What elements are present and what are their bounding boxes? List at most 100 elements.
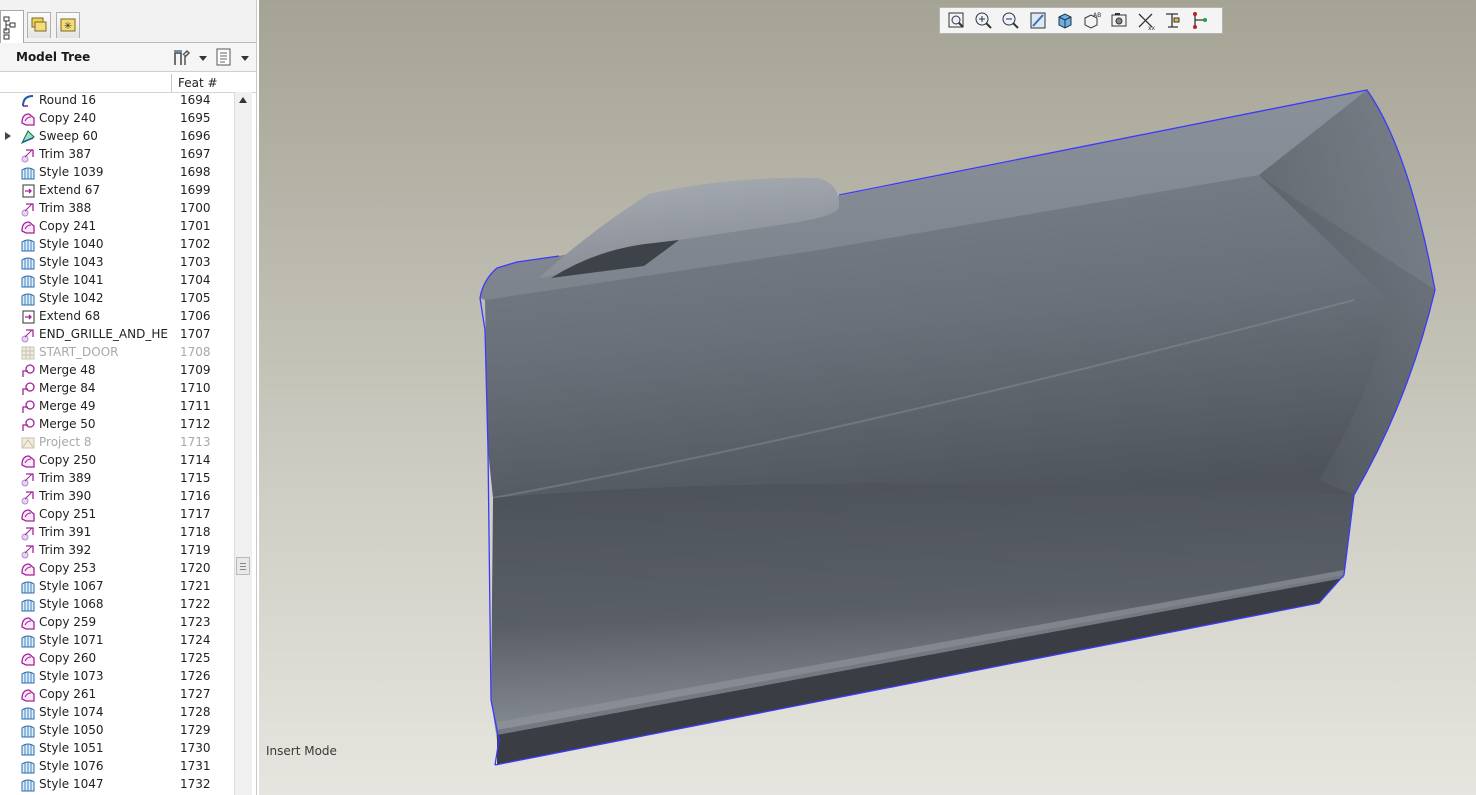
spin-center-button[interactable] <box>1189 10 1211 31</box>
style-feature-icon <box>20 273 36 289</box>
scrollbar-thumb[interactable] <box>236 557 250 575</box>
feature-number: 1710 <box>180 381 211 395</box>
style-feature-icon <box>20 579 36 595</box>
favorites-tab-icon: ✳ <box>60 18 76 32</box>
tree-row[interactable]: Merge 49 1711 <box>0 398 234 416</box>
tree-settings-button[interactable] <box>214 47 252 67</box>
feature-name: Trim 392 <box>39 543 92 557</box>
tree-tools-button[interactable] <box>172 47 208 67</box>
tree-row[interactable]: Project 8 1713 <box>0 434 234 452</box>
repaint-button[interactable] <box>1027 10 1049 31</box>
tab-folder-browser[interactable] <box>27 12 51 38</box>
tree-row[interactable]: Style 1050 1729 <box>0 722 234 740</box>
tree-row[interactable]: Extend 68 1706 <box>0 308 234 326</box>
tree-row[interactable]: END_GRILLE_AND_HE 1707 <box>0 326 234 344</box>
tab-favorites[interactable]: ✳ <box>56 12 80 38</box>
feature-name: Style 1068 <box>39 597 104 611</box>
tree-row[interactable]: Style 1047 1732 <box>0 776 234 794</box>
feature-number: 1694 <box>180 93 211 107</box>
feature-number: 1711 <box>180 399 211 413</box>
trim-feature-icon <box>20 525 36 541</box>
copy-feature-icon <box>20 651 36 667</box>
tree-row[interactable]: Style 1073 1726 <box>0 668 234 686</box>
feature-number: 1701 <box>180 219 211 233</box>
style-feature-icon <box>20 741 36 757</box>
display-style-icon <box>1058 13 1072 29</box>
feature-name: Copy 259 <box>39 615 97 629</box>
column-separator[interactable] <box>171 74 172 92</box>
tree-row[interactable]: Style 1043 1703 <box>0 254 234 272</box>
tree-row[interactable]: START_DOOR 1708 <box>0 344 234 362</box>
feature-name: Merge 49 <box>39 399 96 413</box>
tree-row[interactable]: Copy 251 1717 <box>0 506 234 524</box>
tree-row[interactable]: Merge 50 1712 <box>0 416 234 434</box>
tree-row[interactable]: Style 1071 1724 <box>0 632 234 650</box>
feature-name: Extend 68 <box>39 309 101 323</box>
copy-feature-icon <box>20 507 36 523</box>
tree-row[interactable]: Copy 253 1720 <box>0 560 234 578</box>
feature-name: Copy 241 <box>39 219 97 233</box>
tree-row[interactable]: Round 16 1694 <box>0 92 234 110</box>
tree-row[interactable]: Style 1040 1702 <box>0 236 234 254</box>
trim-feature-icon <box>20 201 36 217</box>
tree-row[interactable]: Copy 260 1725 <box>0 650 234 668</box>
feature-name: Style 1076 <box>39 759 104 773</box>
feature-number: 1695 <box>180 111 211 125</box>
scroll-up-arrow-icon[interactable] <box>239 97 247 103</box>
feature-name: Style 1074 <box>39 705 104 719</box>
expand-arrow-icon[interactable] <box>5 132 11 140</box>
display-style-button[interactable] <box>1054 10 1076 31</box>
svg-text:AB: AB <box>1093 12 1101 19</box>
feature-number: 1698 <box>180 165 211 179</box>
tree-row[interactable]: Style 1067 1721 <box>0 578 234 596</box>
feature-name: Style 1051 <box>39 741 104 755</box>
tree-row[interactable]: Style 1039 1698 <box>0 164 234 182</box>
trim-feature-icon <box>20 327 36 343</box>
feature-number: 1724 <box>180 633 211 647</box>
feature-name: Style 1050 <box>39 723 104 737</box>
zoom-out-button[interactable] <box>1000 10 1022 31</box>
tab-model-tree[interactable] <box>0 10 24 43</box>
tree-row[interactable]: Copy 250 1714 <box>0 452 234 470</box>
feature-number: 1700 <box>180 201 211 215</box>
feature-name: Copy 250 <box>39 453 97 467</box>
tree-row[interactable]: Trim 392 1719 <box>0 542 234 560</box>
feat-number-column-header[interactable]: Feat # <box>178 76 218 90</box>
tree-row[interactable]: Merge 84 1710 <box>0 380 234 398</box>
tree-row[interactable]: Style 1041 1704 <box>0 272 234 290</box>
tree-row[interactable]: Extend 67 1699 <box>0 182 234 200</box>
tree-row[interactable]: Style 1042 1705 <box>0 290 234 308</box>
tree-row[interactable]: Copy 241 1701 <box>0 218 234 236</box>
tree-row[interactable]: Copy 240 1695 <box>0 110 234 128</box>
tree-row[interactable]: Merge 48 1709 <box>0 362 234 380</box>
feature-number: 1725 <box>180 651 211 665</box>
graphics-window[interactable]: AB xx Insert Mode <box>259 0 1476 795</box>
car-door-model[interactable] <box>259 0 1476 795</box>
tree-row[interactable]: Trim 391 1718 <box>0 524 234 542</box>
view-manager-button[interactable] <box>1108 10 1130 31</box>
tree-row[interactable]: Trim 387 1697 <box>0 146 234 164</box>
tree-row[interactable]: Copy 259 1723 <box>0 614 234 632</box>
datum-display-button[interactable]: xx <box>1135 10 1157 32</box>
refit-button[interactable] <box>946 10 968 31</box>
insert-mode-label: Insert Mode <box>266 744 337 758</box>
tree-row[interactable]: Trim 388 1700 <box>0 200 234 218</box>
tree-row[interactable]: Style 1074 1728 <box>0 704 234 722</box>
tree-row[interactable]: Style 1068 1722 <box>0 596 234 614</box>
feature-name: Trim 391 <box>39 525 92 539</box>
tree-row[interactable]: Trim 389 1715 <box>0 470 234 488</box>
feature-name: Style 1047 <box>39 777 104 791</box>
sweep-feature-icon <box>20 129 36 145</box>
tree-vertical-scrollbar[interactable] <box>234 92 252 795</box>
feature-number: 1727 <box>180 687 211 701</box>
tree-row[interactable]: Copy 261 1727 <box>0 686 234 704</box>
zoom-in-icon <box>975 12 992 29</box>
style-feature-icon <box>20 633 36 649</box>
tree-row[interactable]: Style 1076 1731 <box>0 758 234 776</box>
saved-orientations-button[interactable]: AB <box>1081 10 1103 31</box>
tree-row[interactable]: Style 1051 1730 <box>0 740 234 758</box>
tree-row[interactable]: Trim 390 1716 <box>0 488 234 506</box>
tree-row[interactable]: Sweep 60 1696 <box>0 128 234 146</box>
annotation-display-button[interactable] <box>1162 10 1184 31</box>
zoom-in-button[interactable] <box>973 10 995 31</box>
